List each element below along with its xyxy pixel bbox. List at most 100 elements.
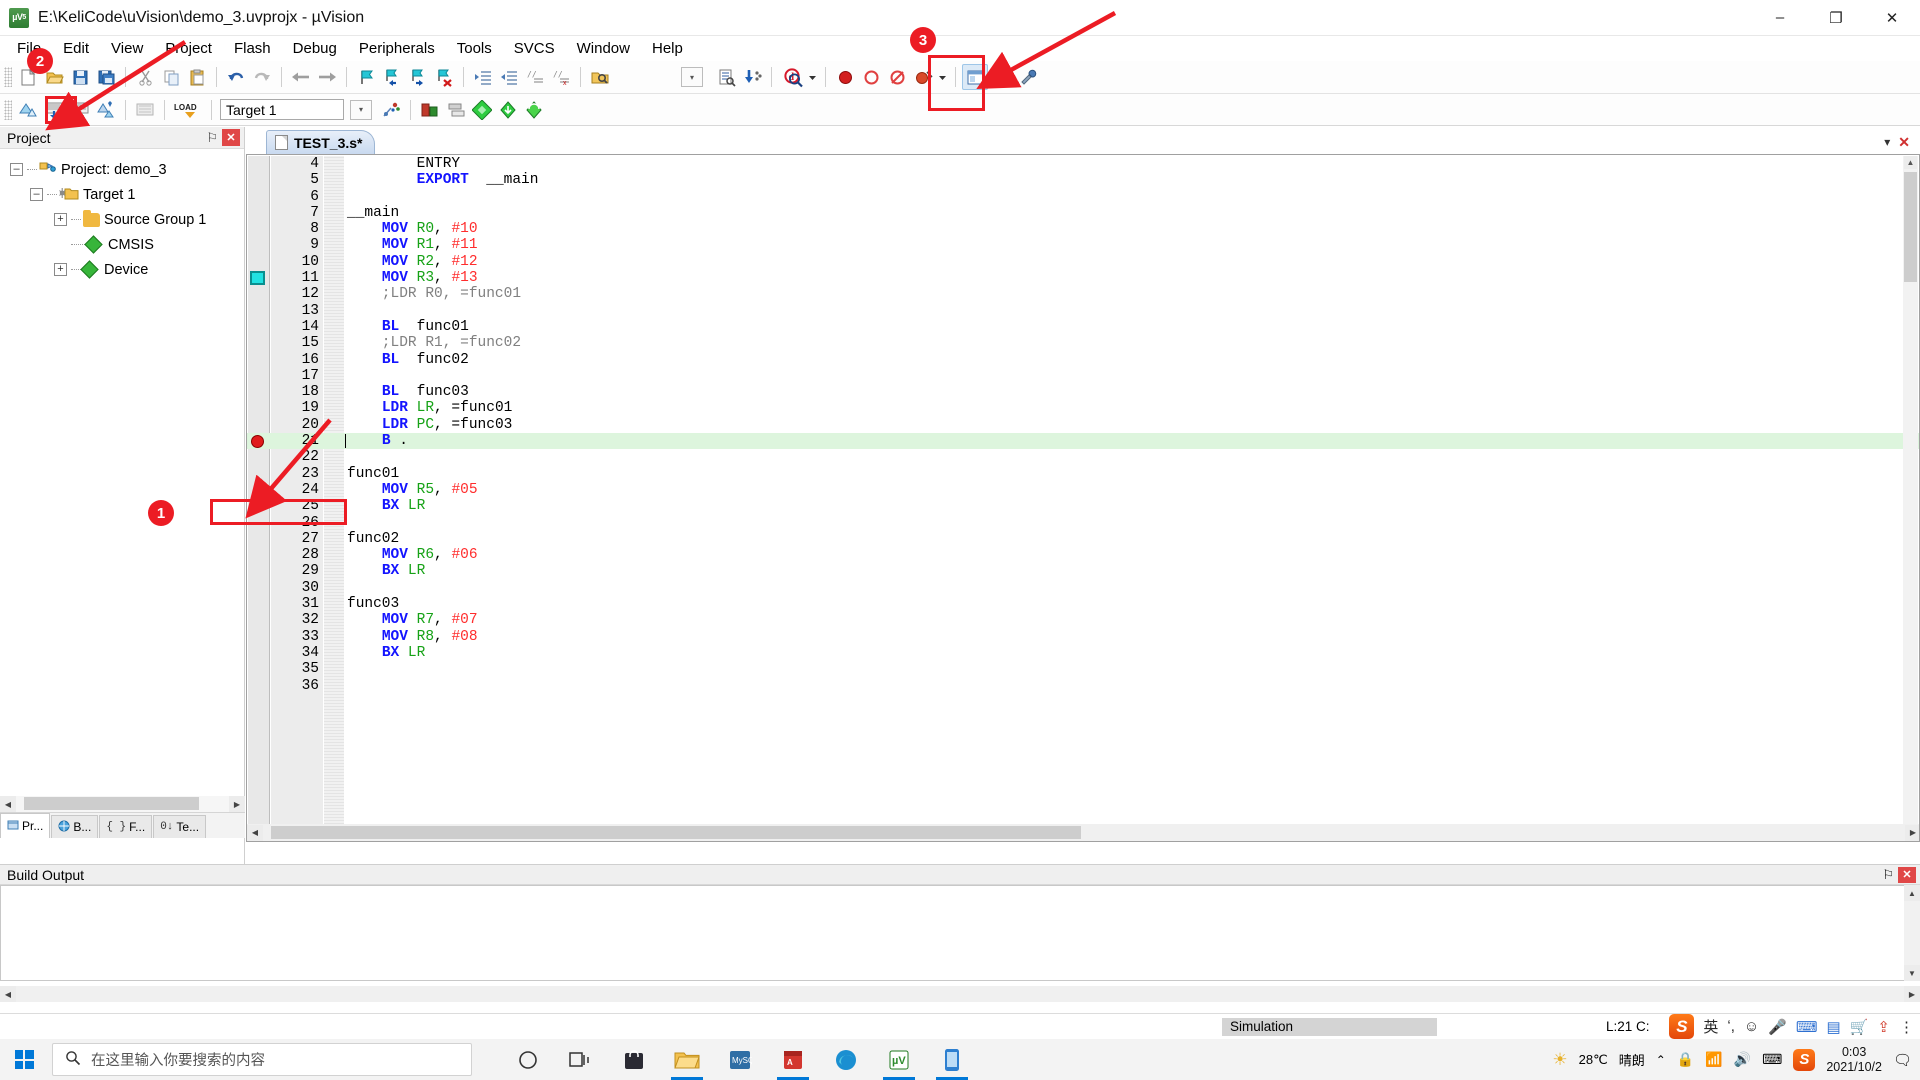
ime-icon[interactable]: ⌨ [1762, 1051, 1782, 1068]
disable-breakpoint-icon[interactable] [884, 64, 910, 90]
undo-icon[interactable] [223, 64, 249, 90]
breakpoint-icon[interactable] [251, 435, 264, 449]
code-line[interactable]: 10 MOV R2, #12 [247, 254, 1919, 270]
wifi-icon[interactable]: 📶 [1705, 1051, 1722, 1068]
kill-breakpoint-icon[interactable] [858, 64, 884, 90]
bookmark-toggle-icon[interactable] [353, 64, 379, 90]
code-line[interactable]: 29 BX LR [247, 563, 1919, 579]
cut-icon[interactable] [132, 64, 158, 90]
manage-project-items-icon[interactable] [417, 97, 443, 123]
refresh-pack-icon[interactable] [521, 97, 547, 123]
taskbar-search[interactable]: 在这里输入你要搜索的内容 [52, 1043, 472, 1076]
code-line[interactable]: 30 [247, 580, 1919, 596]
minimize-button[interactable]: – [1752, 0, 1808, 36]
menu-project[interactable]: Project [154, 38, 223, 59]
tab-functions[interactable]: { } F... [99, 815, 153, 838]
target-dropdown-arrow-icon[interactable]: ▾ [350, 99, 372, 120]
open-file-icon[interactable] [41, 64, 67, 90]
scroll-left-icon[interactable]: ◀ [0, 986, 16, 1002]
menu-view[interactable]: View [100, 38, 154, 59]
code-line[interactable]: 7 __main [247, 205, 1919, 221]
find-next-icon[interactable] [713, 64, 739, 90]
code-line[interactable]: 4 ENTRY [247, 156, 1919, 172]
indent-icon[interactable] [470, 64, 496, 90]
navigate-forward-icon[interactable] [314, 64, 340, 90]
scroll-thumb[interactable] [1904, 172, 1917, 282]
scroll-up-icon[interactable]: ▲ [1904, 156, 1917, 169]
taskbar-clock[interactable]: 0:03 2021/10/2 [1826, 1045, 1882, 1075]
scroll-up-icon[interactable]: ▲ [1904, 885, 1920, 901]
expander-icon[interactable]: – [30, 188, 43, 201]
tree-node-device[interactable]: + Device [6, 257, 244, 282]
menu-window[interactable]: Window [566, 38, 641, 59]
scroll-down-icon[interactable]: ▼ [1904, 965, 1920, 981]
sogou-icon[interactable]: S [1793, 1048, 1816, 1071]
editor-horizontal-scrollbar[interactable]: ◀ ▶ [247, 824, 1919, 841]
code-line[interactable]: 18 BL func03 [247, 384, 1919, 400]
close-icon[interactable]: ✕ [222, 129, 240, 146]
menu-file[interactable]: File [6, 38, 52, 59]
bookmark-prev-icon[interactable] [379, 64, 405, 90]
close-icon[interactable]: ✕ [1898, 866, 1916, 883]
code-line[interactable]: 17 [247, 368, 1919, 384]
tree-node-cmsis[interactable]: CMSIS [6, 232, 244, 257]
phone-icon[interactable] [928, 1039, 976, 1080]
kill-all-breakpoints-icon[interactable] [910, 64, 936, 90]
outdent-icon[interactable] [496, 64, 522, 90]
uncomment-lines-icon[interactable]: //x [548, 64, 574, 90]
redo-icon[interactable] [249, 64, 275, 90]
build-horizontal-scrollbar[interactable]: ◀ ▶ [0, 986, 1920, 1002]
code-line[interactable]: 31 func03 [247, 596, 1919, 612]
scroll-right-icon[interactable]: ▶ [229, 796, 245, 812]
edge-icon[interactable] [822, 1039, 870, 1080]
build-target-icon[interactable] [41, 97, 67, 123]
editor-tab-test3[interactable]: TEST_3.s* [266, 130, 376, 154]
code-line[interactable]: 19 LDR LR, =func01 [247, 400, 1919, 416]
menu-peripherals[interactable]: Peripherals [348, 38, 446, 59]
pack-installer-icon[interactable] [469, 97, 495, 123]
code-line[interactable]: 33 MOV R8, #08 [247, 629, 1919, 645]
code-line[interactable]: 27 func02 [247, 531, 1919, 547]
manage-run-time-env-icon[interactable] [443, 97, 469, 123]
code-line[interactable]: 23 func01 [247, 466, 1919, 482]
editor-vertical-scrollbar[interactable]: ▲ ▼ [1903, 156, 1918, 841]
paste-icon[interactable] [184, 64, 210, 90]
keyboard-icon[interactable]: ⌨ [1796, 1018, 1818, 1036]
code-line[interactable]: 9 MOV R1, #11 [247, 237, 1919, 253]
notification-icon[interactable]: 🗨 [1893, 1051, 1912, 1069]
breakpoint-dropdown-arrow-icon[interactable] [936, 64, 949, 90]
code-line[interactable]: 8 MOV R0, #10 [247, 221, 1919, 237]
build-output-content[interactable] [0, 885, 1920, 981]
navigate-back-icon[interactable] [288, 64, 314, 90]
tree-node-project[interactable]: – Project: demo_3 [6, 157, 244, 182]
scroll-right-icon[interactable]: ▶ [1904, 986, 1920, 1002]
bookmark-clear-icon[interactable] [431, 64, 457, 90]
download-to-flash-icon[interactable]: LOAD [171, 97, 205, 123]
scroll-thumb[interactable] [271, 826, 1081, 839]
code-line[interactable]: 25 BX LR [247, 498, 1919, 514]
code-line[interactable]: 34 BX LR [247, 645, 1919, 661]
expander-icon[interactable]: – [10, 163, 23, 176]
save-all-icon[interactable] [93, 64, 119, 90]
ime-punctuation-icon[interactable]: ʻ, [1727, 1018, 1735, 1035]
code-line[interactable]: 20 LDR PC, =func03 [247, 417, 1919, 433]
scroll-left-icon[interactable]: ◀ [247, 824, 263, 841]
scroll-thumb[interactable] [24, 797, 199, 810]
code-line[interactable]: 22 [247, 449, 1919, 465]
mic-icon[interactable]: 🎤 [1768, 1018, 1787, 1036]
new-file-icon[interactable] [15, 64, 41, 90]
code-line[interactable]: 14 BL func01 [247, 319, 1919, 335]
copy-icon[interactable] [158, 64, 184, 90]
code-line[interactable]: 16 BL func02 [247, 352, 1919, 368]
cortana-icon[interactable] [504, 1039, 552, 1080]
menu-tools[interactable]: Tools [446, 38, 503, 59]
cart-icon[interactable]: 🛒 [1850, 1018, 1869, 1036]
window-layout-icon[interactable] [962, 64, 988, 90]
maximize-button[interactable]: ❐ [1808, 0, 1864, 36]
code-line[interactable]: 24 MOV R5, #05 [247, 482, 1919, 498]
tree-node-target[interactable]: – Target 1 [6, 182, 244, 207]
window-layout-dropdown-icon[interactable] [988, 64, 1001, 90]
menu-edit[interactable]: Edit [52, 38, 100, 59]
batch-build-icon[interactable] [93, 97, 119, 123]
code-line[interactable]: 36 [247, 678, 1919, 694]
